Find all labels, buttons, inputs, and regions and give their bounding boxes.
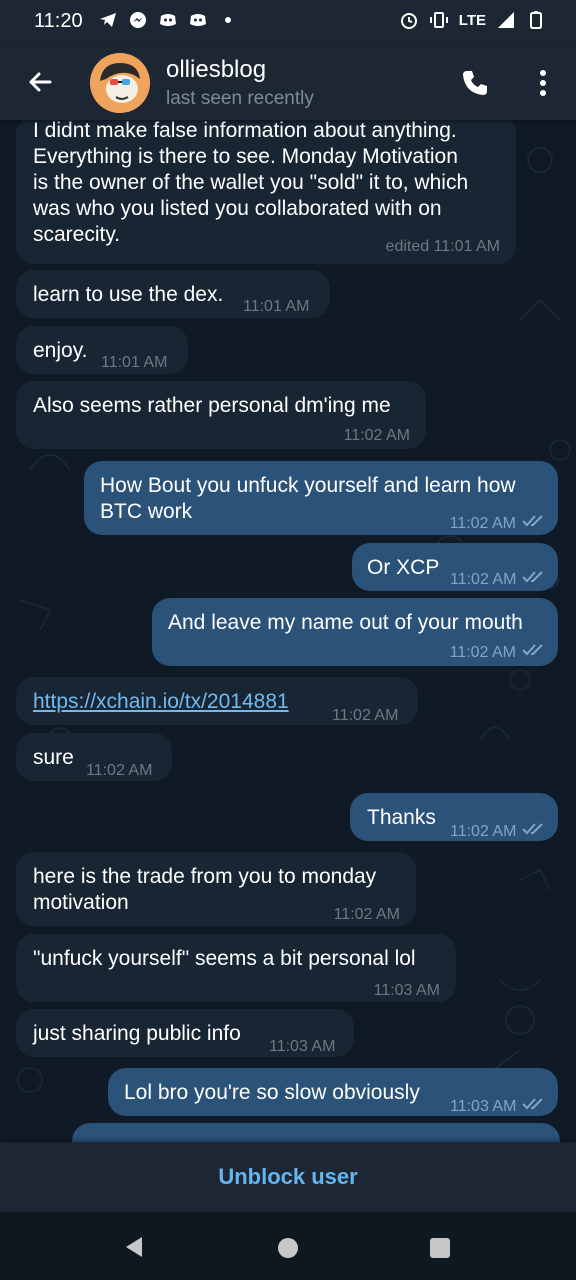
- message-outgoing[interactable]: And leave my name out of your mouth 11:0…: [152, 598, 558, 666]
- message-text: I didnt make false information about any…: [33, 120, 469, 246]
- notification-icons: [98, 10, 238, 30]
- phone-icon[interactable]: [460, 68, 490, 98]
- message-outgoing[interactable]: Or XCP 11:02 AM: [352, 543, 558, 591]
- message-incoming[interactable]: just sharing public info 11:03 AM: [16, 1009, 354, 1057]
- unblock-user-button[interactable]: Unblock user: [218, 1164, 357, 1190]
- message-text: Also seems rather personal dm'ing me: [33, 394, 391, 417]
- message-incoming[interactable]: Also seems rather personal dm'ing me 11:…: [16, 381, 426, 449]
- system-navigation-bar: [0, 1212, 576, 1280]
- back-arrow-icon[interactable]: [24, 66, 56, 98]
- message-incoming[interactable]: "unfuck yourself" seems a bit personal l…: [16, 934, 456, 1002]
- status-bar: 11:20 LTE: [0, 0, 576, 44]
- message-incoming[interactable]: enjoy. 11:01 AM: [16, 326, 188, 374]
- message-time: edited 11:01 AM: [385, 238, 500, 255]
- message-time: 11:02 AM: [449, 644, 516, 661]
- message-incoming[interactable]: here is the trade from you to monday mot…: [16, 852, 416, 926]
- nav-back-icon[interactable]: [122, 1235, 146, 1259]
- message-time: 11:02 AM: [333, 906, 400, 923]
- message-outgoing[interactable]: Lol bro you're so slow obviously 11:03 A…: [108, 1068, 558, 1116]
- more-vertical-icon[interactable]: [528, 66, 558, 100]
- chat-header: olliesblog last seen recently: [0, 44, 576, 120]
- message-text: And leave my name out of your mouth: [168, 611, 523, 634]
- signal-icon: [498, 12, 514, 28]
- message-outgoing[interactable]: Thanks 11:02 AM: [350, 793, 558, 841]
- discord-icon-2: [190, 14, 206, 26]
- chat-messages[interactable]: I didnt make false information about any…: [0, 120, 576, 1142]
- read-double-check-icon: [522, 515, 543, 527]
- message-text: learn to use the dex.: [33, 283, 224, 306]
- read-double-check-icon: [522, 571, 543, 583]
- more-notifications-dot-icon: [225, 17, 231, 23]
- message-text: Lol bro you're so slow obviously: [124, 1081, 420, 1104]
- message-outgoing[interactable]: How Bout you unfuck yourself and learn h…: [84, 461, 558, 535]
- message-time: 11:01 AM: [243, 298, 310, 315]
- message-time: 11:02 AM: [343, 427, 410, 444]
- message-incoming[interactable]: learn to use the dex. 11:01 AM: [16, 270, 330, 318]
- nav-home-icon[interactable]: [278, 1238, 298, 1258]
- message-text: sure: [33, 746, 74, 769]
- message-text: enjoy.: [33, 339, 88, 362]
- nav-recents-icon[interactable]: [430, 1238, 450, 1258]
- status-time: 11:20: [34, 10, 83, 32]
- message-incoming[interactable]: I didnt make false information about any…: [16, 120, 516, 264]
- message-time: 11:03 AM: [269, 1038, 336, 1055]
- cartoon-avatar-icon: [90, 53, 150, 113]
- read-double-check-icon: [522, 823, 543, 835]
- message-time: 11:02 AM: [449, 515, 516, 532]
- discord-icon: [160, 14, 176, 26]
- vibrate-icon: [429, 12, 448, 28]
- message-text: just sharing public info: [33, 1022, 241, 1045]
- message-incoming[interactable]: https://xchain.io/tx/2014881 11:02 AM: [16, 677, 418, 725]
- battery-icon: [530, 11, 542, 29]
- avatar[interactable]: [90, 53, 150, 113]
- message-text: "unfuck yourself" seems a bit personal l…: [33, 947, 416, 970]
- telegram-icon: [100, 13, 116, 27]
- transaction-link[interactable]: https://xchain.io/tx/2014881: [33, 689, 289, 715]
- network-type: LTE: [458, 11, 486, 29]
- message-text: here is the trade from you to monday mot…: [33, 865, 377, 914]
- message-time: 11:01 AM: [101, 354, 168, 371]
- message-incoming[interactable]: sure 11:02 AM: [16, 733, 172, 781]
- alarm-icon: [400, 13, 417, 29]
- read-double-check-icon: [522, 1098, 543, 1110]
- message-time: 11:02 AM: [450, 571, 517, 588]
- system-icons: LTE: [399, 10, 546, 30]
- message-time: 11:02 AM: [332, 707, 399, 724]
- message-text: Or XCP: [367, 556, 440, 579]
- message-text: Thanks: [367, 806, 436, 829]
- message-time: 11:02 AM: [450, 823, 517, 840]
- messenger-icon: [130, 12, 146, 28]
- last-seen-status: last seen recently: [166, 88, 314, 109]
- read-double-check-icon: [522, 644, 543, 656]
- unblock-bar: Unblock user: [0, 1142, 576, 1212]
- message-time: 11:03 AM: [450, 1098, 517, 1115]
- message-time: 11:03 AM: [373, 982, 440, 999]
- chat-title[interactable]: olliesblog: [166, 56, 266, 84]
- message-time: 11:02 AM: [86, 762, 153, 779]
- message-outgoing-partial[interactable]: [72, 1123, 560, 1142]
